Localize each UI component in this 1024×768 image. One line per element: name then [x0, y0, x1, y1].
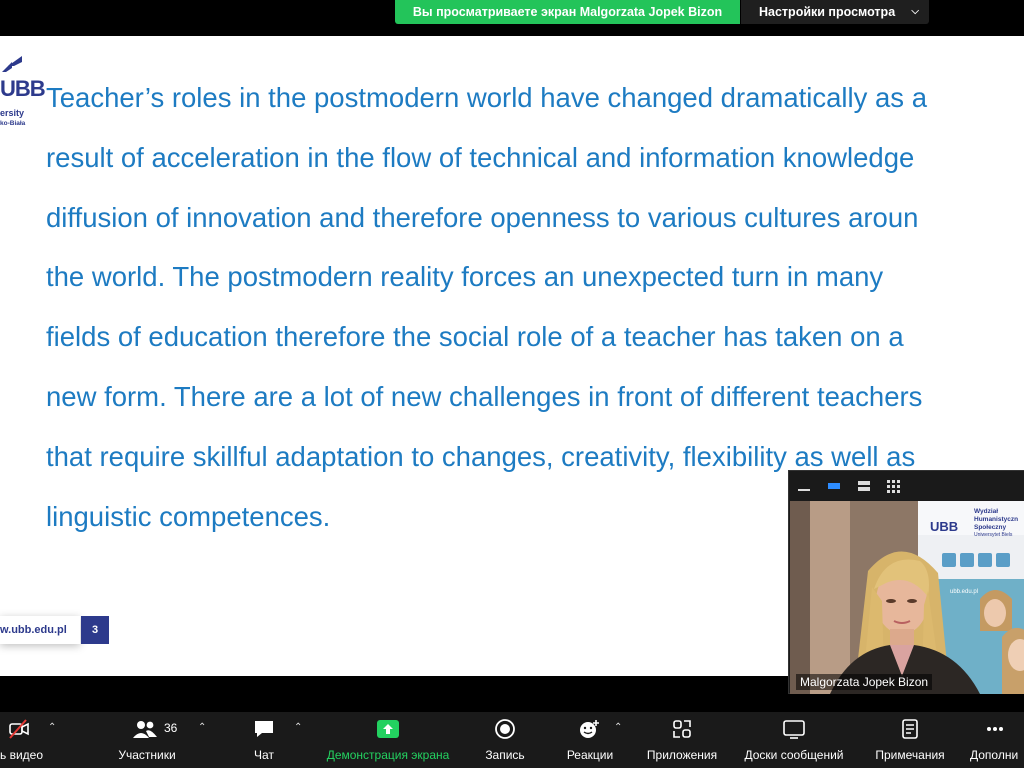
slide-text-line: Teacher’s roles in the postmodern world … — [46, 82, 927, 113]
minimize-icon[interactable] — [795, 477, 813, 495]
share-screen-button[interactable]: Демонстрация экрана — [316, 712, 460, 768]
notes-icon — [902, 719, 918, 739]
participant-name-tag: Malgorzata Jopek Bizon — [796, 674, 933, 690]
reactions-label: Реакции — [566, 748, 614, 762]
screen-share-banner: Вы просматриваете экран Malgorzata Jopek… — [395, 0, 740, 24]
banner-url: ubb.edu.pl — [950, 589, 978, 595]
whiteboards-label: Доски сообщений — [744, 748, 844, 762]
chat-label: Чат — [254, 748, 274, 762]
record-label: Запись — [485, 748, 525, 762]
gallery-view-icon[interactable] — [885, 477, 903, 495]
slide-text-line: result of acceleration in the flow of te… — [46, 141, 915, 173]
chat-button[interactable]: Чат — [240, 712, 288, 768]
view-settings-button[interactable]: Настройки просмотра ⌵ — [741, 0, 929, 24]
view-settings-label: Настройки просмотра — [759, 5, 896, 19]
more-button[interactable]: Дополни — [966, 712, 1024, 768]
slide-text-line: fields of education therefore the social… — [46, 321, 904, 353]
video-label: ь видео — [0, 748, 44, 762]
slide-text-line: new form. There are a lot of new challen… — [46, 380, 923, 412]
participant-video-window[interactable]: UBB Wydział Humanistyczn Społeczny Uniwe… — [788, 470, 1024, 694]
apps-icon — [673, 720, 691, 738]
chevron-down-icon: ⌵ — [911, 6, 919, 17]
chevron-up-icon: ⌃ — [614, 722, 623, 733]
banner-line-1: Wydział — [974, 508, 998, 515]
slide-footer-url: w.ubb.edu.pl — [0, 616, 80, 644]
more-icon — [987, 727, 1003, 731]
reactions-options-caret[interactable]: ⌃ — [614, 712, 626, 768]
top-bar: Вы просматриваете экран Malgorzata Jopek… — [0, 0, 1024, 36]
logo-mark-icon — [2, 56, 22, 72]
participants-options-caret[interactable]: ⌃ — [198, 712, 210, 768]
whiteboard-icon — [783, 720, 805, 739]
more-label: Дополни — [970, 748, 1019, 762]
university-logo: UBB ersity ko-Biała — [0, 54, 46, 134]
whiteboards-button[interactable]: Доски сообщений — [736, 712, 852, 768]
chevron-up-icon: ⌃ — [48, 722, 57, 733]
stop-video-button[interactable]: ь видео — [0, 712, 50, 768]
participants-button[interactable]: 36 Участники — [104, 712, 190, 768]
share-screen-label: Демонстрация экрана — [326, 748, 450, 762]
logo-ubb-text: UBB — [0, 76, 46, 101]
logo-line-2: ko-Biała — [0, 120, 26, 127]
chat-icon — [255, 721, 273, 737]
video-window-controls — [789, 471, 1024, 501]
participants-label: Участники — [118, 748, 176, 762]
record-icon — [495, 719, 515, 739]
slide-text-line: diffusion of innovation and therefore op… — [46, 201, 919, 233]
chat-options-caret[interactable]: ⌃ — [294, 712, 306, 768]
chevron-up-icon: ⌃ — [294, 722, 303, 733]
speaker-view-icon[interactable] — [825, 477, 843, 495]
share-screen-icon — [377, 720, 399, 738]
slide-page-number: 3 — [81, 616, 109, 644]
notes-button[interactable]: Примечания — [866, 712, 954, 768]
participants-icon — [133, 721, 157, 738]
apps-label: Приложения — [646, 748, 718, 762]
notes-label: Примечания — [875, 748, 945, 762]
video-options-caret[interactable]: ⌃ — [48, 712, 60, 768]
apps-button[interactable]: Приложения — [640, 712, 724, 768]
record-button[interactable]: Запись — [476, 712, 534, 768]
video-off-icon — [9, 719, 29, 739]
reactions-button[interactable]: Реакции — [560, 712, 620, 768]
meeting-toolbar: ь видео ⌃ 36 Участники ⌃ Чат ⌃ Демонстра… — [0, 712, 1024, 768]
reactions-icon — [580, 720, 599, 738]
banner-line-2: Humanistyczn — [974, 516, 1018, 523]
strip-view-icon[interactable] — [855, 477, 873, 495]
participants-count: 36 — [164, 721, 178, 735]
slide-text-line: the world. The postmodern reality forces… — [46, 261, 884, 293]
logo-line-1: ersity — [0, 108, 25, 118]
video-feed: UBB Wydział Humanistyczn Społeczny Uniwe… — [790, 501, 1024, 694]
banner-line-3: Społeczny — [974, 524, 1007, 531]
video-scene-image: UBB Wydział Humanistyczn Społeczny Uniwe… — [790, 501, 1024, 694]
chevron-up-icon: ⌃ — [198, 722, 207, 733]
banner-ubb-text: UBB — [930, 519, 958, 534]
banner-line-4: Uniwersytet Biels — [974, 532, 1013, 538]
